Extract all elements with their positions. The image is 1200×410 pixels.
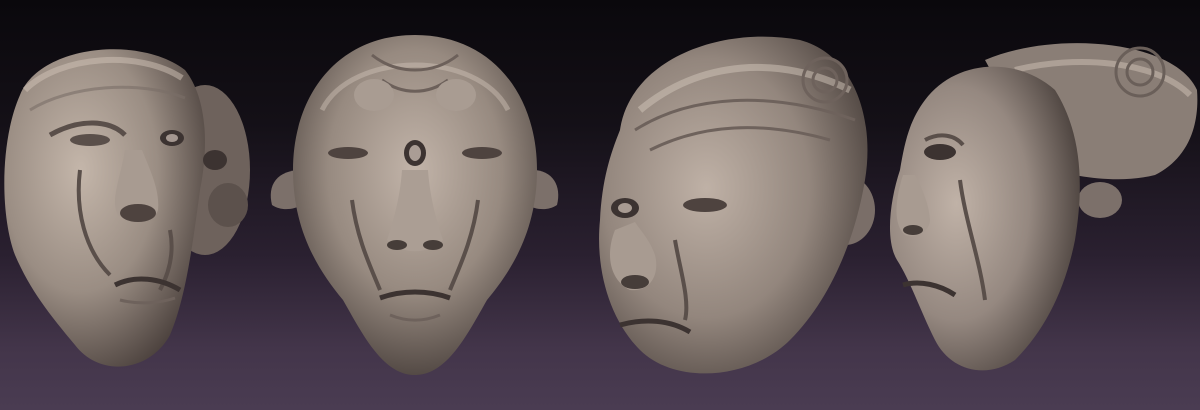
sculpt-head-front — [262, 0, 568, 410]
sculpt-head-3-drawing — [599, 36, 875, 374]
render-canvas — [0, 0, 1200, 410]
sculpt-head-4-drawing — [889, 43, 1198, 371]
sculpt-head-1-drawing — [4, 49, 250, 367]
sculpt-head-profile — [885, 0, 1200, 410]
sculpt-head-2-drawing — [270, 35, 559, 375]
sculpt-head-three-quarter-right — [580, 0, 885, 410]
sculpt-head-three-quarter-left — [0, 0, 270, 410]
